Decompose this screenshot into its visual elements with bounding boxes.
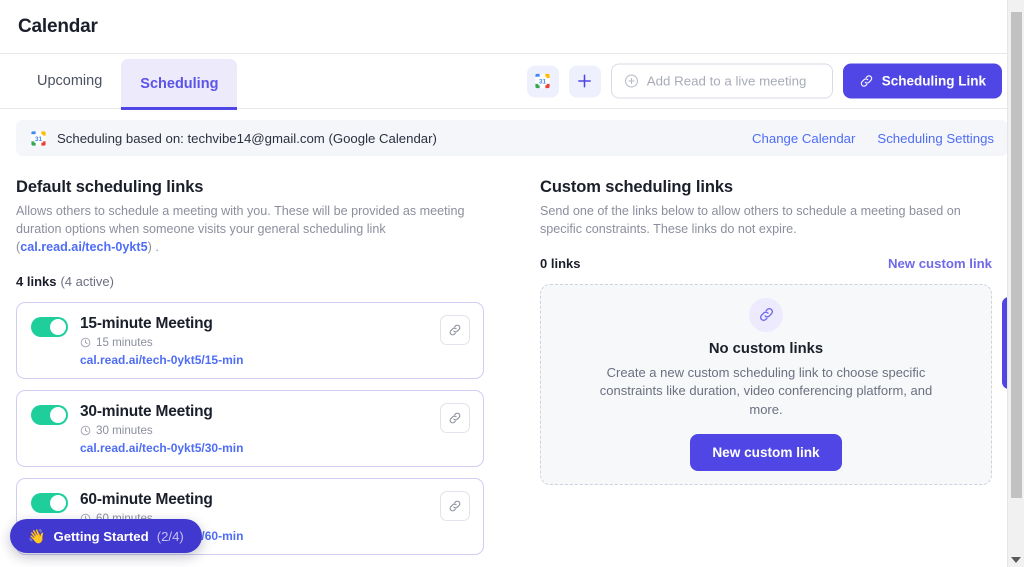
add-live-meeting-placeholder: Add Read to a live meeting	[646, 73, 807, 89]
scheduling-info-bar: 31 Scheduling based on: techvibe14@gmail…	[16, 120, 1008, 156]
meeting-url[interactable]: cal.read.ai/tech-0ykt5/30-min	[80, 441, 469, 455]
clock-icon	[80, 337, 91, 348]
copy-link-button[interactable]	[440, 315, 470, 345]
custom-links-description: Send one of the links below to allow oth…	[540, 204, 961, 236]
page-header: Calendar	[0, 0, 1024, 53]
scheduling-link-button[interactable]: Scheduling Link	[842, 63, 1002, 99]
default-links-count-row: 4 links (4 active)	[16, 274, 484, 289]
getting-started-pill[interactable]: 👋 Getting Started (2/4)	[10, 519, 202, 553]
empty-state-description: Create a new custom scheduling link to c…	[599, 364, 933, 417]
scroll-down-arrow-icon[interactable]	[1011, 557, 1021, 563]
meeting-duration-text: 30 minutes	[96, 424, 153, 438]
new-custom-link-link[interactable]: New custom link	[888, 256, 992, 271]
custom-links-title: Custom scheduling links	[540, 178, 733, 196]
default-links-list: 15-minute Meeting 15 minutes cal.read.ai…	[16, 302, 484, 555]
getting-started-label: Getting Started	[53, 528, 149, 544]
plus-circle-icon	[624, 74, 638, 88]
default-links-count: 4 links	[16, 274, 57, 289]
getting-started-progress: (2/4)	[156, 528, 184, 544]
google-calendar-button[interactable]: 31	[526, 65, 559, 97]
enable-toggle[interactable]	[31, 317, 68, 337]
toolbar: 31 Add Read to a live meeting Scheduling…	[526, 63, 1002, 99]
general-scheduling-link[interactable]: cal.read.ai/tech-0ykt5	[20, 240, 147, 254]
meeting-title: 30-minute Meeting	[80, 403, 213, 420]
tab-list: Upcoming Scheduling	[18, 53, 238, 110]
list-item[interactable]: 15-minute Meeting 15 minutes cal.read.ai…	[16, 302, 484, 379]
custom-links-count-row: 0 links New custom link	[540, 256, 992, 271]
scheduling-source-text: Scheduling based on: techvibe14@gmail.co…	[57, 130, 437, 146]
tab-bar: Upcoming Scheduling 31 Add Read to a liv…	[0, 53, 1024, 110]
link-icon	[449, 500, 461, 512]
default-links-title: Default scheduling links	[16, 178, 204, 196]
meeting-duration-text: 15 minutes	[96, 336, 153, 350]
google-calendar-icon: 31	[535, 73, 550, 89]
custom-links-empty-state: No custom links Create a new custom sche…	[540, 284, 992, 485]
waving-hand-icon: 👋	[28, 527, 46, 544]
google-calendar-icon: 31	[31, 130, 46, 146]
svg-text:31: 31	[35, 135, 43, 142]
toggle-knob	[50, 495, 66, 511]
toggle-knob	[50, 319, 66, 335]
default-links-description-part2: ) .	[147, 240, 159, 254]
meeting-duration: 30 minutes	[80, 424, 469, 437]
scheduling-link-label: Scheduling Link	[881, 73, 986, 89]
change-calendar-link[interactable]: Change Calendar	[752, 131, 855, 146]
calendar-scheduling-page: Calendar Upcoming Scheduling 31 Add Read…	[0, 0, 1024, 567]
info-bar-left: 31 Scheduling based on: techvibe14@gmail…	[30, 130, 437, 147]
plus-icon	[578, 74, 592, 88]
enable-toggle[interactable]	[31, 493, 68, 513]
default-scheduling-links-section: Default scheduling links Allows others t…	[16, 178, 484, 555]
tab-upcoming[interactable]: Upcoming	[18, 53, 121, 109]
meeting-title: 15-minute Meeting	[80, 315, 213, 332]
link-icon	[449, 412, 461, 424]
svg-text:31: 31	[539, 78, 547, 85]
default-links-description: Allows others to schedule a meeting with…	[16, 202, 468, 256]
enable-toggle[interactable]	[31, 405, 68, 425]
tab-scheduling[interactable]: Scheduling	[121, 59, 238, 110]
custom-scheduling-links-section: Custom scheduling links Send one of the …	[540, 178, 992, 555]
add-live-meeting-input[interactable]: Add Read to a live meeting	[610, 63, 833, 99]
new-custom-link-button[interactable]: New custom link	[690, 434, 842, 472]
default-links-active-count: (4 active)	[60, 274, 114, 289]
meeting-title: 60-minute Meeting	[80, 491, 213, 508]
scheduling-settings-link[interactable]: Scheduling Settings	[877, 131, 994, 146]
meeting-url[interactable]: cal.read.ai/tech-0ykt5/15-min	[80, 353, 469, 367]
scrollbar[interactable]	[1008, 0, 1024, 567]
custom-links-count: 0 links	[540, 256, 581, 271]
meeting-duration: 15 minutes	[80, 336, 469, 349]
info-bar-actions: Change Calendar Scheduling Settings	[752, 131, 994, 146]
clock-icon	[80, 425, 91, 436]
list-item[interactable]: 30-minute Meeting 30 minutes cal.read.ai…	[16, 390, 484, 467]
empty-icon-wrapper	[749, 297, 783, 332]
copy-link-button[interactable]	[440, 403, 470, 433]
link-icon	[860, 75, 872, 87]
toggle-knob	[50, 407, 66, 423]
add-button[interactable]	[568, 65, 601, 97]
card-body: 30-minute Meeting 30 minutes cal.read.ai…	[80, 403, 469, 455]
copy-link-button[interactable]	[440, 491, 470, 521]
card-body: 15-minute Meeting 15 minutes cal.read.ai…	[80, 315, 469, 367]
link-icon	[759, 308, 773, 322]
page-title: Calendar	[18, 15, 98, 37]
scrollbar-thumb[interactable]	[1011, 12, 1022, 498]
link-icon	[449, 324, 461, 336]
content-area: Default scheduling links Allows others t…	[0, 156, 1024, 555]
empty-state-title: No custom links	[708, 340, 824, 357]
